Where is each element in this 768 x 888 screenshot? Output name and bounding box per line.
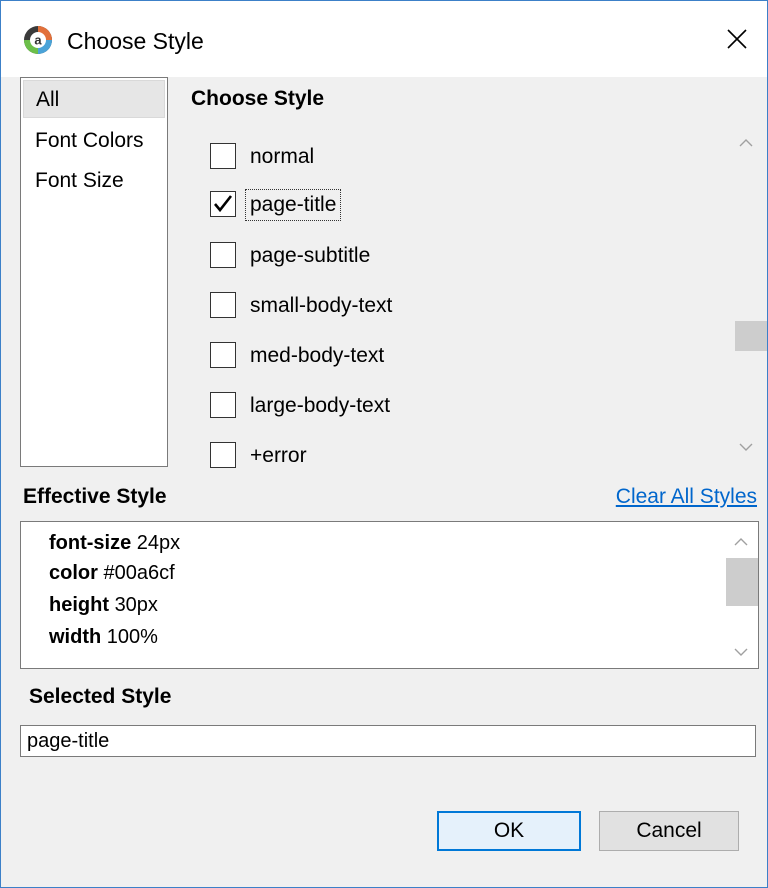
effective-style-panel[interactable]: font-size 24px color #00a6cf height 30px… xyxy=(20,521,759,669)
selected-style-input[interactable] xyxy=(20,725,756,757)
property-row: height 30px xyxy=(49,590,158,620)
category-item-label: Font Colors xyxy=(35,129,144,152)
category-item-font-colors[interactable]: Font Colors xyxy=(23,122,165,160)
style-option-label: page-subtitle xyxy=(250,244,371,267)
checkmark-icon xyxy=(214,195,233,213)
property-name: color xyxy=(49,562,98,584)
scroll-up-arrow-icon[interactable] xyxy=(739,135,753,153)
clear-all-styles-link[interactable]: Clear All Styles xyxy=(616,485,757,509)
property-name: font-size xyxy=(49,532,132,554)
checkbox[interactable] xyxy=(210,442,236,468)
property-row: font-size 24px xyxy=(49,528,180,558)
property-row: color #00a6cf xyxy=(49,558,175,588)
scroll-down-arrow-icon[interactable] xyxy=(739,439,753,457)
category-item-font-size[interactable]: Font Size xyxy=(23,162,165,200)
window-title: Choose Style xyxy=(67,28,204,54)
checkbox[interactable] xyxy=(210,392,236,418)
effective-style-heading: Effective Style xyxy=(23,485,167,508)
checkbox-checked[interactable] xyxy=(210,191,236,217)
property-name: height xyxy=(49,594,109,616)
close-button[interactable] xyxy=(715,17,759,61)
effective-style-scrollbar[interactable] xyxy=(724,522,758,668)
title-bar[interactable]: a Choose Style xyxy=(1,1,767,77)
style-option-label: small-body-text xyxy=(250,294,393,317)
app-logo-icon: a xyxy=(23,25,53,55)
cancel-button[interactable]: Cancel xyxy=(599,811,739,851)
checkbox[interactable] xyxy=(210,143,236,169)
scroll-up-arrow-icon[interactable] xyxy=(734,534,748,552)
category-list[interactable]: All Font Colors Font Size xyxy=(20,77,168,467)
close-icon xyxy=(727,29,747,49)
property-row: width 100% xyxy=(49,622,158,652)
style-option-label: page-title xyxy=(244,189,342,221)
scrollbar-thumb[interactable] xyxy=(726,558,758,606)
scroll-down-arrow-icon[interactable] xyxy=(734,644,748,662)
property-name: width xyxy=(49,626,102,648)
ok-button[interactable]: OK xyxy=(437,811,581,851)
property-value: #00a6cf xyxy=(103,562,175,584)
style-option-label: +error xyxy=(250,444,307,467)
choose-style-dialog: a Choose Style All Font Colors Font Size… xyxy=(0,0,768,888)
checkbox[interactable] xyxy=(210,342,236,368)
svg-text:a: a xyxy=(34,33,42,48)
property-value: 100% xyxy=(106,626,158,648)
style-option-label: normal xyxy=(250,145,315,168)
checkbox[interactable] xyxy=(210,242,236,268)
category-item-all[interactable]: All xyxy=(23,80,165,118)
scrollbar-thumb[interactable] xyxy=(735,321,767,351)
selected-style-heading: Selected Style xyxy=(29,685,172,708)
category-item-label: Font Size xyxy=(35,169,124,192)
style-option-label: large-body-text xyxy=(250,394,391,417)
checkbox[interactable] xyxy=(210,292,236,318)
choose-style-heading: Choose Style xyxy=(191,87,325,110)
style-option-label: med-body-text xyxy=(250,344,385,367)
property-value: 30px xyxy=(114,594,158,616)
property-value: 24px xyxy=(136,532,181,554)
category-item-label: All xyxy=(36,88,60,111)
